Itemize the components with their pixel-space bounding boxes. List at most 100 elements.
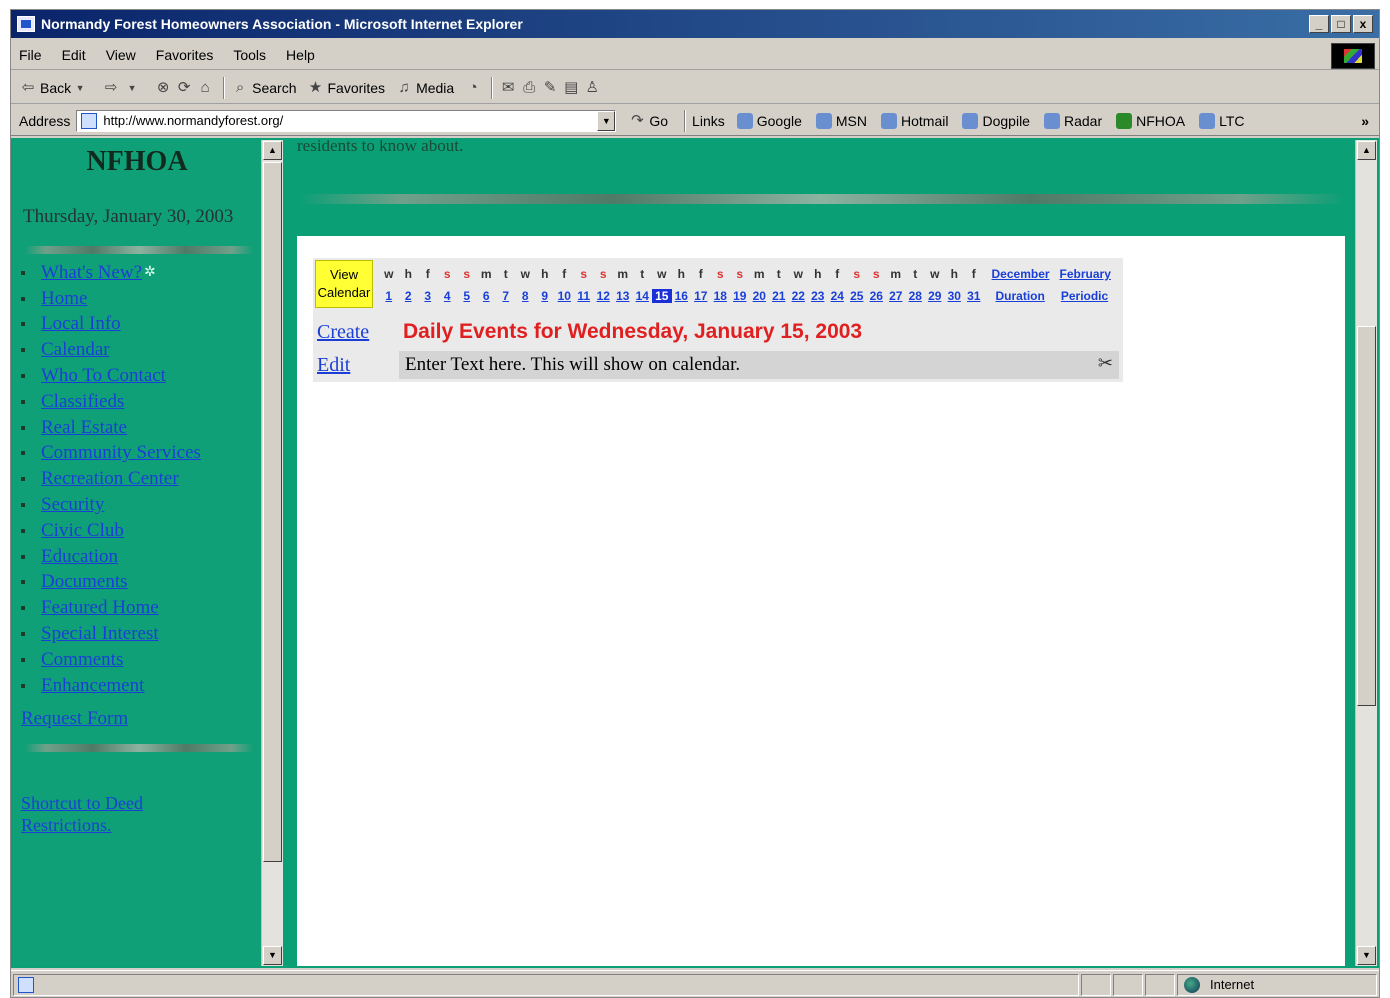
left-frame-scrollbar[interactable]: ▲ ▼ — [261, 140, 283, 966]
print-icon[interactable]: ⎙ — [520, 79, 538, 97]
calendar-day[interactable]: 27 — [886, 289, 906, 303]
menu-edit[interactable]: Edit — [62, 47, 86, 63]
scroll-up-arrow-icon[interactable]: ▲ — [263, 141, 282, 160]
link-dogpile[interactable]: Dogpile — [962, 112, 1030, 129]
calendar-day[interactable]: 2 — [399, 289, 419, 303]
calendar-day[interactable]: 9 — [535, 289, 555, 303]
edit-event-link[interactable]: Edit — [317, 354, 399, 377]
calendar-day[interactable]: 20 — [750, 289, 770, 303]
nav-link[interactable]: Home — [41, 288, 87, 310]
calendar-day[interactable]: 23 — [808, 289, 828, 303]
link-radar[interactable]: Radar — [1043, 112, 1102, 129]
address-dropdown-icon[interactable]: ▼ — [597, 110, 616, 131]
go-button[interactable]: ↷ Go — [628, 112, 668, 130]
calendar-day[interactable]: 10 — [555, 289, 575, 303]
link-google[interactable]: Google — [736, 112, 802, 129]
nav-link[interactable]: Recreation Center — [41, 468, 179, 490]
nav-link[interactable]: Calendar — [41, 339, 110, 361]
nav-link[interactable]: Special Interest — [41, 623, 159, 645]
calendar-day[interactable]: 11 — [574, 289, 594, 303]
nav-link[interactable]: Documents — [41, 571, 128, 593]
calendar-day[interactable]: 5 — [457, 289, 477, 303]
nav-link[interactable]: Classifieds — [41, 391, 124, 413]
next-month-link[interactable]: February — [1060, 267, 1111, 281]
calendar-day[interactable]: 30 — [945, 289, 965, 303]
calendar-day-selected[interactable]: 15 — [652, 289, 672, 303]
mail-icon[interactable]: ✉ — [499, 79, 517, 97]
periodic-link[interactable]: Periodic — [1061, 289, 1108, 303]
home-icon[interactable]: ⌂ — [196, 79, 214, 97]
menu-help[interactable]: Help — [286, 47, 315, 63]
link-ltc[interactable]: LTC — [1199, 112, 1245, 129]
search-button[interactable]: ⌕ Search — [231, 79, 297, 97]
request-form-link[interactable]: Request Form — [21, 708, 128, 730]
menu-file[interactable]: File — [19, 47, 42, 63]
link-nfhoa[interactable]: NFHOA — [1116, 112, 1185, 129]
nav-link[interactable]: Local Info — [41, 313, 121, 335]
calendar-day[interactable]: 24 — [828, 289, 848, 303]
address-input[interactable]: http://www.normandyforest.org/ ▼ — [76, 109, 617, 132]
menu-tools[interactable]: Tools — [233, 47, 266, 63]
calendar-day[interactable]: 4 — [438, 289, 458, 303]
nav-link[interactable]: Featured Home — [41, 597, 159, 619]
calendar-day[interactable]: 29 — [925, 289, 945, 303]
more-links-chevron-icon[interactable]: » — [1361, 113, 1369, 129]
scroll-down-arrow-icon[interactable]: ▼ — [263, 946, 282, 965]
create-event-link[interactable]: Create — [317, 321, 403, 344]
close-button[interactable]: x — [1353, 15, 1373, 33]
duration-link[interactable]: Duration — [996, 289, 1045, 303]
menu-favorites[interactable]: Favorites — [156, 47, 214, 63]
discuss-icon[interactable]: ▤ — [562, 79, 580, 97]
nav-link[interactable]: Enhancement — [41, 675, 144, 697]
calendar-day[interactable]: 13 — [613, 289, 633, 303]
maximize-button[interactable]: □ — [1331, 15, 1351, 33]
calendar-day[interactable]: 1 — [379, 289, 399, 303]
calendar-day[interactable]: 26 — [867, 289, 887, 303]
calendar-day[interactable]: 28 — [906, 289, 926, 303]
calendar-day[interactable]: 21 — [769, 289, 789, 303]
calendar-day[interactable]: 14 — [633, 289, 653, 303]
forward-button[interactable]: ⇨ ▼ — [102, 79, 144, 97]
view-calendar-button[interactable]: View Calendar — [315, 260, 373, 308]
calendar-day[interactable]: 18 — [711, 289, 731, 303]
nav-link[interactable]: Real Estate — [41, 417, 127, 439]
messenger-icon[interactable]: ♙ — [583, 79, 601, 97]
refresh-icon[interactable]: ⟳ — [175, 79, 193, 97]
edit-page-icon[interactable]: ✎ — [541, 79, 559, 97]
scissors-icon[interactable]: ✂ — [1098, 353, 1113, 374]
calendar-day[interactable]: 22 — [789, 289, 809, 303]
scroll-thumb[interactable] — [263, 162, 282, 862]
scroll-up-arrow-icon[interactable]: ▲ — [1357, 141, 1376, 160]
scroll-thumb[interactable] — [1357, 326, 1376, 706]
minimize-button[interactable]: _ — [1309, 15, 1329, 33]
calendar-day[interactable]: 3 — [418, 289, 438, 303]
calendar-day[interactable]: 17 — [691, 289, 711, 303]
calendar-day[interactable]: 16 — [672, 289, 692, 303]
link-hotmail[interactable]: Hotmail — [881, 112, 948, 129]
nav-link[interactable]: Who To Contact — [41, 365, 166, 387]
deed-restrictions-link[interactable]: Shortcut to Deed Restrictions. — [21, 793, 143, 835]
history-icon[interactable]: ◔ — [464, 79, 482, 97]
prev-month-link[interactable]: December — [992, 267, 1050, 281]
calendar-day[interactable]: 8 — [516, 289, 536, 303]
calendar-day[interactable]: 7 — [496, 289, 516, 303]
back-button[interactable]: ⇦ Back ▼ — [19, 79, 92, 97]
nav-link[interactable]: Community Services — [41, 442, 201, 464]
favorites-button[interactable]: ★ Favorites — [306, 79, 385, 97]
link-msn[interactable]: MSN — [815, 112, 867, 129]
calendar-day[interactable]: 31 — [964, 289, 984, 303]
nav-link[interactable]: Security — [41, 494, 104, 516]
nav-link[interactable]: What's New? — [41, 262, 142, 284]
main-frame-scrollbar[interactable]: ▲ ▼ — [1355, 140, 1377, 966]
calendar-day[interactable]: 25 — [847, 289, 867, 303]
nav-link[interactable]: Civic Club — [41, 520, 124, 542]
calendar-day[interactable]: 6 — [477, 289, 497, 303]
calendar-day[interactable]: 12 — [594, 289, 614, 303]
nav-link[interactable]: Comments — [41, 649, 123, 671]
nav-link[interactable]: Education — [41, 546, 118, 568]
scroll-down-arrow-icon[interactable]: ▼ — [1357, 946, 1376, 965]
stop-icon[interactable]: ⊗ — [154, 79, 172, 97]
menu-view[interactable]: View — [106, 47, 136, 63]
calendar-day[interactable]: 19 — [730, 289, 750, 303]
media-button[interactable]: ♫ Media — [395, 79, 454, 97]
